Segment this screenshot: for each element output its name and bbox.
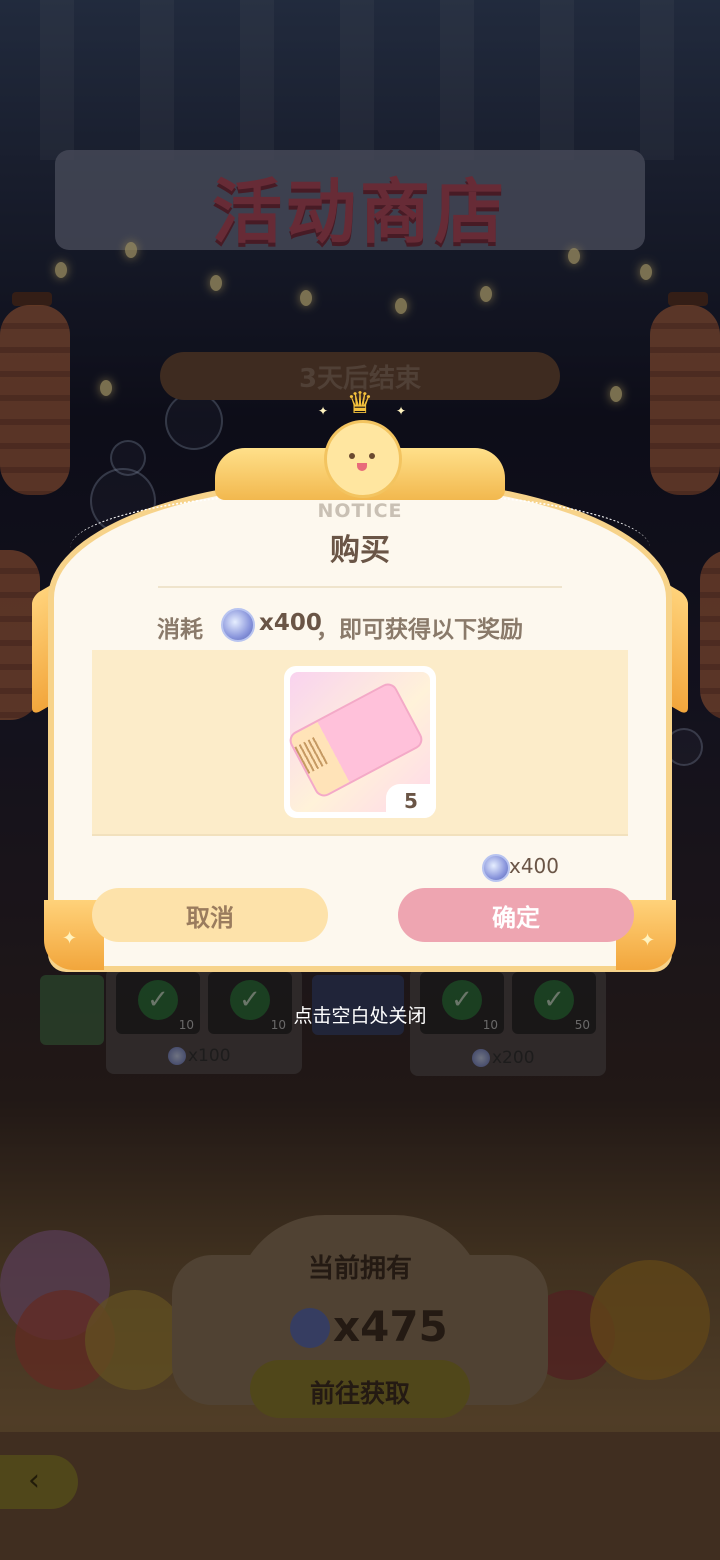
- cancel-button[interactable]: 取消: [92, 888, 328, 942]
- consume-label: 消耗: [157, 617, 203, 643]
- divider: [158, 586, 562, 588]
- sparkle-icon: ✦: [62, 928, 78, 949]
- close-hint: 点击空白处关闭: [293, 1005, 427, 1027]
- dialog-title: 购买: [330, 533, 390, 568]
- sparkle-icon: ✦: [640, 930, 656, 951]
- coin-icon: [482, 854, 510, 882]
- cost-amount: x400: [509, 854, 560, 878]
- consume-row: 消耗 x400 ，即可获得以下奖励: [0, 606, 720, 646]
- confirm-button[interactable]: 确定: [398, 888, 634, 942]
- coin-icon: [221, 608, 255, 642]
- reward-quantity: 5: [386, 784, 436, 818]
- consume-description: ，即可获得以下奖励: [316, 617, 523, 643]
- consume-amount: x400: [259, 610, 322, 636]
- dialog-notice: NOTICE: [317, 500, 403, 522]
- crown-icon: ♛: [346, 386, 374, 421]
- mascot-face-icon: [324, 420, 402, 498]
